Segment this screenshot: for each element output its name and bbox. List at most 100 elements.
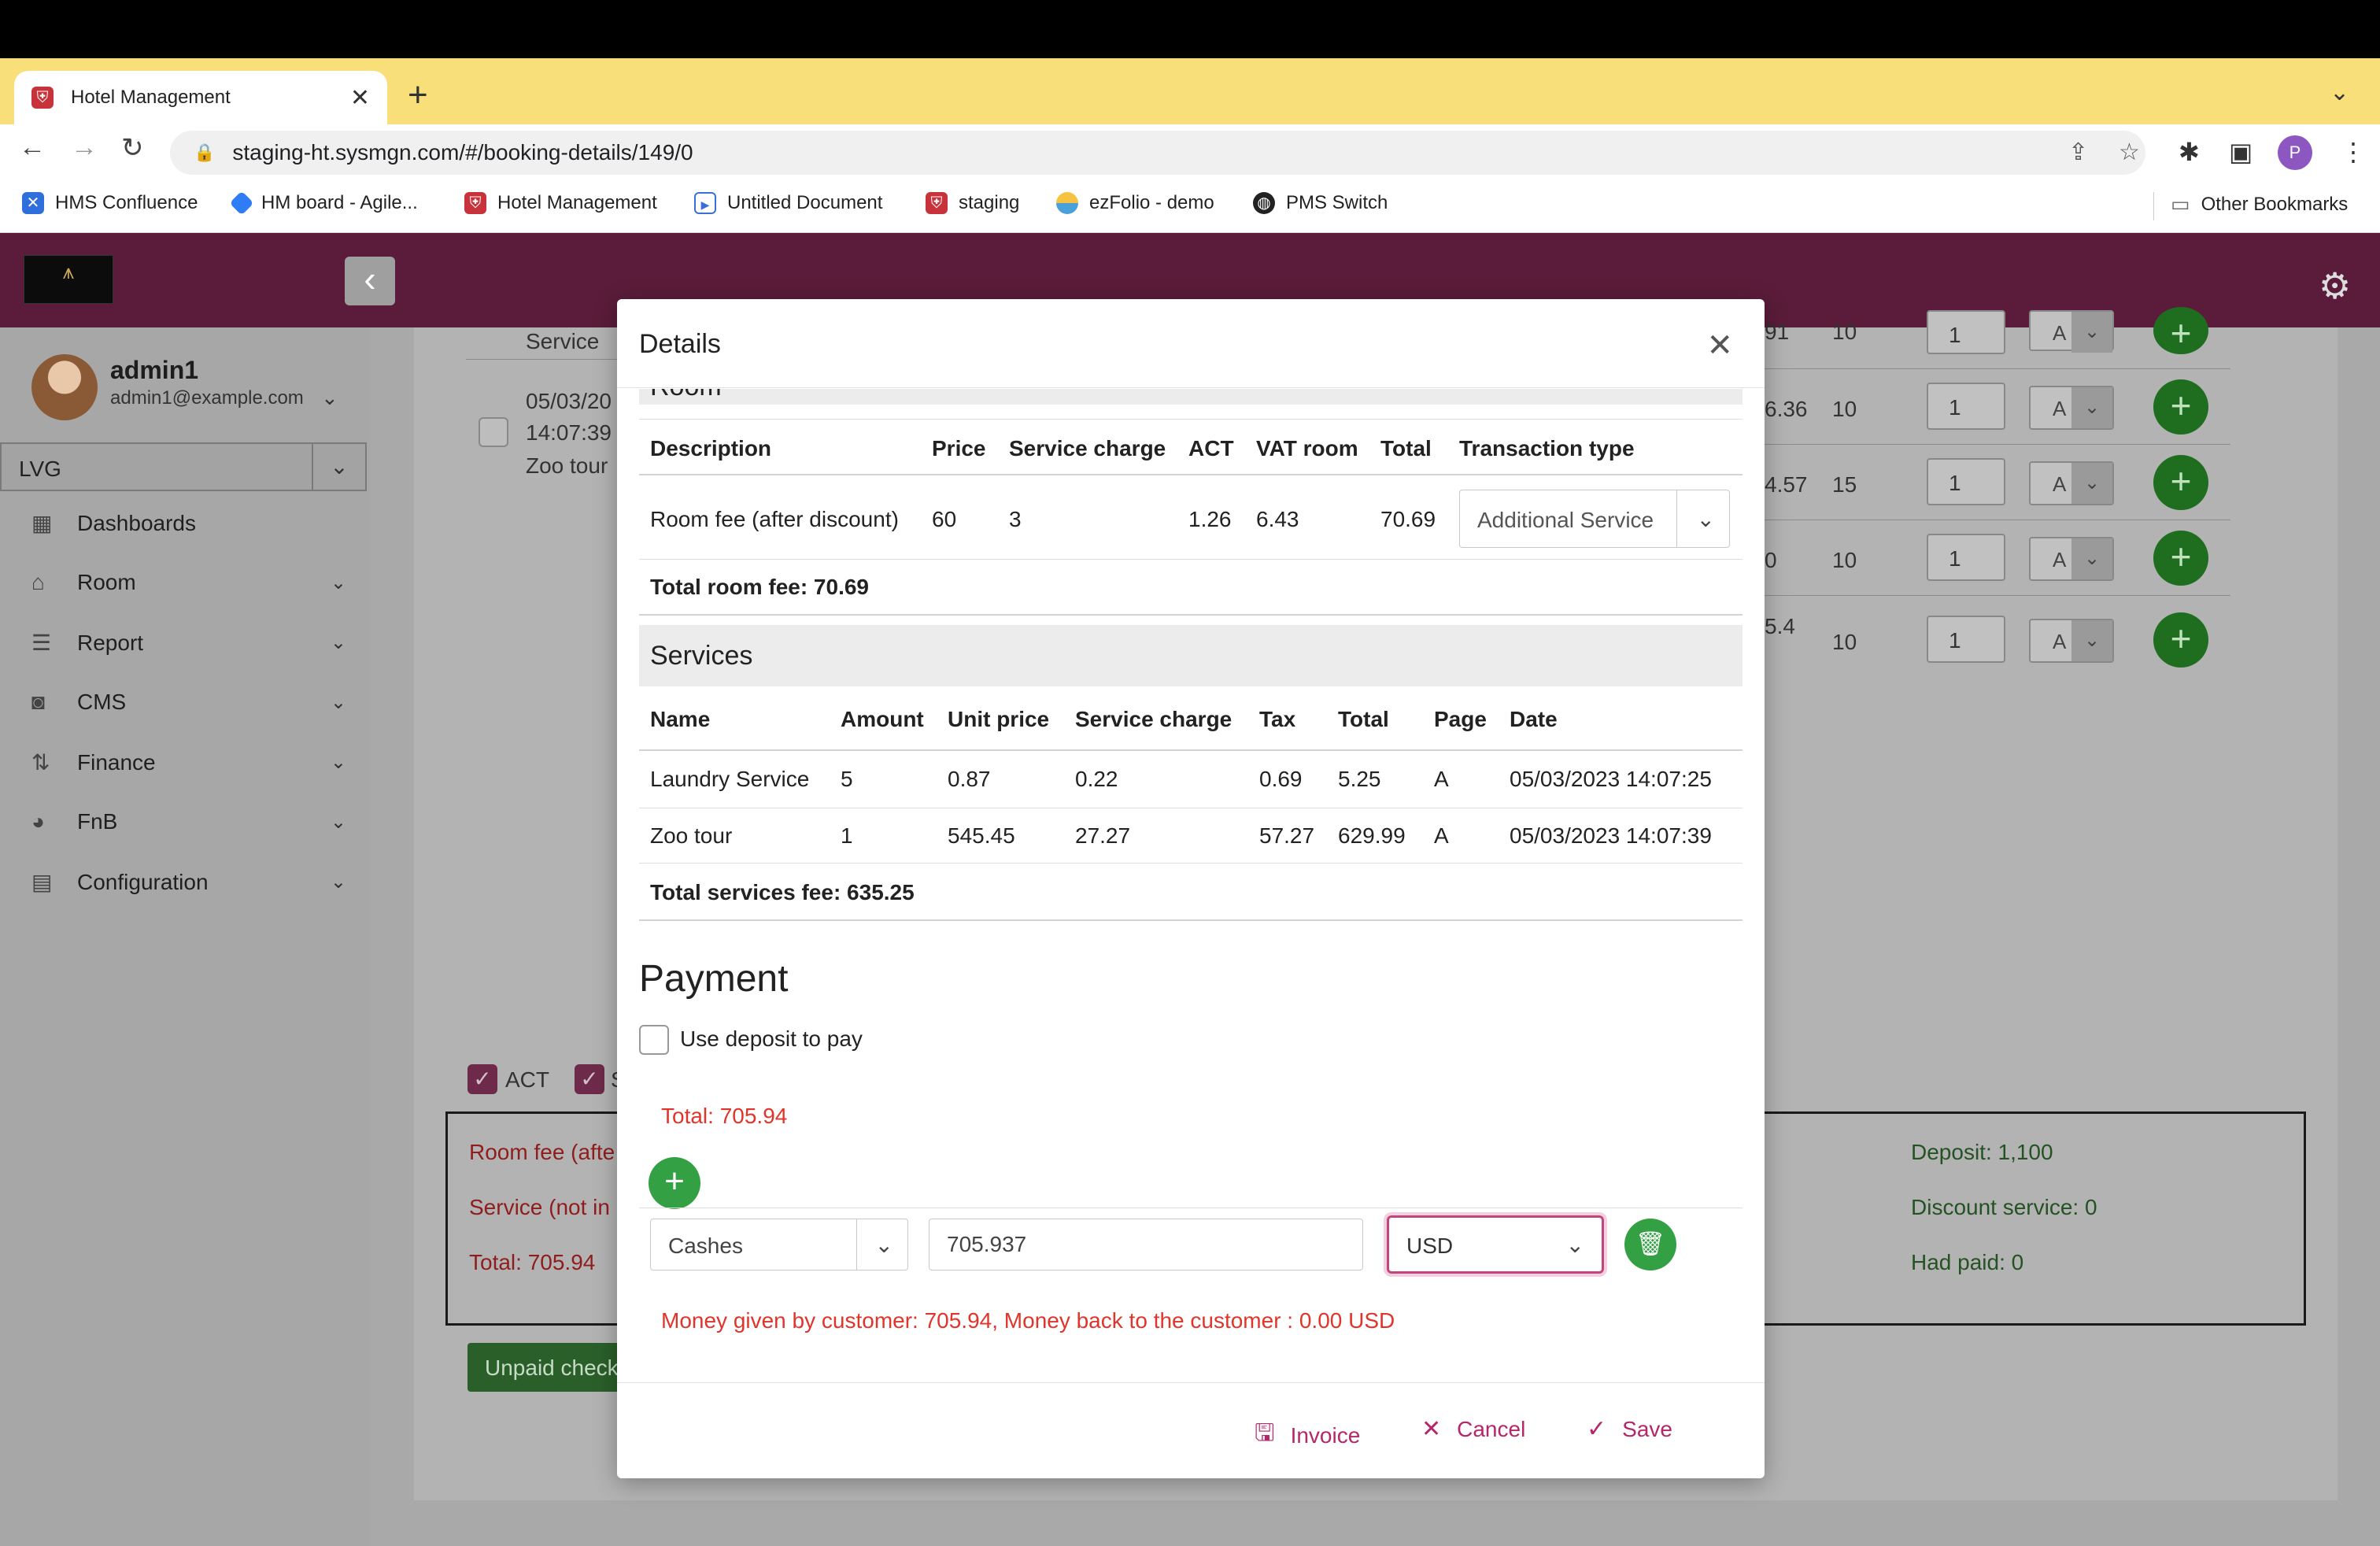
bg-qty-input[interactable]: 1 bbox=[1927, 310, 2005, 354]
use-deposit-checkbox[interactable] bbox=[639, 1025, 669, 1055]
close-icon[interactable]: ✕ bbox=[1706, 327, 1733, 364]
currency-select[interactable]: USD ⌄ bbox=[1387, 1215, 1604, 1274]
collapse-sidebar-button[interactable]: ‹ bbox=[345, 257, 395, 305]
sidebar-item-report[interactable]: ☰ Report ⌄ bbox=[31, 630, 346, 656]
unpaid-checkout-button[interactable]: Unpaid check bbox=[468, 1343, 622, 1392]
summary-room-fee: Room fee (afte bbox=[469, 1140, 615, 1164]
service-row-unit-price: 545.45 bbox=[948, 823, 1015, 848]
bookmark-item[interactable]: ezFolio - demo bbox=[1056, 192, 1214, 214]
close-tab-icon[interactable]: ✕ bbox=[350, 84, 370, 112]
extensions-icon[interactable]: ✱ bbox=[2179, 137, 2200, 167]
room-section-title: Room bbox=[650, 389, 722, 402]
transaction-type-select[interactable]: Additional Service ⌄ bbox=[1459, 490, 1730, 548]
bg-add-button[interactable]: + bbox=[2153, 612, 2208, 668]
bg-qty-input[interactable]: 1 bbox=[1927, 616, 2005, 663]
tab-search-icon[interactable]: ⌄ bbox=[2330, 79, 2349, 106]
sidebar-item-finance[interactable]: ⇅ Finance ⌄ bbox=[31, 749, 346, 775]
bg-page-select[interactable]: A ⌄ bbox=[2029, 461, 2114, 505]
bg-add-button[interactable]: + bbox=[2153, 455, 2208, 510]
sidebar-item-dashboards[interactable]: ▦ Dashboards bbox=[31, 510, 346, 536]
room-row-service-charge: 3 bbox=[1009, 507, 1022, 531]
save-button[interactable]: ✓ Save bbox=[1587, 1415, 1672, 1443]
bg-add-button[interactable]: + bbox=[2153, 531, 2208, 586]
s-checkbox[interactable]: ✓ bbox=[575, 1064, 604, 1094]
bg-page-select[interactable]: A ⌄ bbox=[2029, 619, 2114, 663]
service-row-date: 05/03/2023 14:07:39 bbox=[1510, 823, 1712, 848]
bookmark-item[interactable]: HM board - Agile... bbox=[229, 190, 418, 216]
modal-title: Details bbox=[639, 329, 721, 359]
bg-page-select[interactable]: A ⌄ bbox=[2029, 310, 2114, 353]
hotel-select[interactable]: LVG ⌄ bbox=[0, 442, 367, 491]
chevron-down-icon: ⌄ bbox=[2071, 463, 2112, 504]
bookmark-star-icon[interactable]: ☆ bbox=[2119, 139, 2140, 166]
row-checkbox[interactable] bbox=[479, 417, 508, 447]
divider bbox=[1763, 368, 2230, 369]
bookmark-item[interactable]: ◍ PMS Switch bbox=[1253, 192, 1388, 214]
bookmark-item[interactable]: ▶ Untitled Document bbox=[694, 192, 882, 214]
bg-page-select[interactable]: A ⌄ bbox=[2029, 386, 2114, 430]
sidebar-item-configuration[interactable]: ▤ Configuration ⌄ bbox=[31, 869, 346, 895]
more-menu-icon[interactable]: ⋮ bbox=[2341, 137, 2366, 167]
chevron-down-icon: ⌄ bbox=[330, 632, 346, 653]
delete-payment-button[interactable]: 🗑 bbox=[1624, 1219, 1676, 1270]
divider bbox=[1763, 595, 2230, 596]
bg-qty: 10 bbox=[1832, 630, 1857, 654]
profile-avatar[interactable]: P bbox=[2278, 135, 2312, 170]
bg-row-time: 14:07:39 bbox=[526, 420, 612, 445]
share-icon[interactable]: ⇪ bbox=[2068, 139, 2088, 166]
bg-add-button[interactable]: + bbox=[2153, 307, 2208, 354]
service-col-total: Total bbox=[1338, 707, 1389, 731]
payment-amount-input[interactable] bbox=[929, 1219, 1363, 1270]
address-bar[interactable]: 🔒 staging-ht.sysmgn.com/#/booking-detail… bbox=[170, 131, 2145, 175]
bookmark-item[interactable]: ⛨ Hotel Management bbox=[464, 192, 657, 214]
bookmark-item[interactable]: ✕ HMS Confluence bbox=[22, 192, 198, 214]
service-col-service-charge: Service charge bbox=[1075, 707, 1232, 731]
act-checkbox[interactable]: ✓ bbox=[468, 1064, 497, 1094]
bg-page-select[interactable]: A ⌄ bbox=[2029, 537, 2114, 581]
other-bookmarks[interactable]: ▭ Other Bookmarks bbox=[2171, 192, 2348, 216]
avatar bbox=[31, 354, 98, 420]
back-icon[interactable]: ← bbox=[19, 132, 46, 163]
add-payment-button[interactable]: + bbox=[649, 1157, 700, 1209]
room-row-vat: 6.43 bbox=[1256, 507, 1299, 531]
room-col-transaction-type: Transaction type bbox=[1459, 436, 1635, 460]
bg-value: 6.36 bbox=[1765, 397, 1808, 421]
payment-method-select[interactable]: Cashes ⌄ bbox=[650, 1219, 908, 1270]
bg-add-button[interactable]: + bbox=[2153, 379, 2208, 435]
forward-icon[interactable]: → bbox=[71, 132, 98, 163]
invoice-button[interactable]: 🖫 Invoice bbox=[1255, 1415, 1360, 1455]
divider bbox=[639, 863, 1743, 864]
divider bbox=[639, 559, 1743, 560]
divider bbox=[639, 614, 1743, 616]
service-col-unit-price: Unit price bbox=[948, 707, 1050, 731]
divider bbox=[639, 919, 1743, 921]
bookmark-item[interactable]: ⛨ staging bbox=[926, 192, 1019, 214]
new-tab-button[interactable]: + bbox=[408, 76, 428, 115]
side-panel-icon[interactable]: ▣ bbox=[2229, 137, 2252, 167]
chevron-down-icon: ⌄ bbox=[330, 811, 346, 833]
chevron-down-icon: ⌄ bbox=[2071, 312, 2112, 353]
payment-method-value: Cashes bbox=[668, 1233, 743, 1258]
chevron-down-icon: ⌄ bbox=[874, 1233, 893, 1257]
shield-icon: ⛨ bbox=[926, 192, 948, 214]
service-row-name: Zoo tour bbox=[650, 823, 733, 848]
room-row-total: 70.69 bbox=[1380, 507, 1436, 531]
summary-had-paid: Had paid: 0 bbox=[1911, 1250, 2024, 1274]
room-row-price: 60 bbox=[932, 507, 957, 531]
payment-total: Total: 705.94 bbox=[661, 1104, 788, 1128]
gear-icon[interactable]: ⚙ bbox=[2319, 264, 2351, 307]
service-row-amount: 5 bbox=[841, 767, 853, 791]
bg-qty-input[interactable]: 1 bbox=[1927, 383, 2005, 430]
browser-tab[interactable]: ⛨ Hotel Management ✕ bbox=[14, 71, 387, 124]
bg-qty-input[interactable]: 1 bbox=[1927, 458, 2005, 505]
cancel-button[interactable]: ✕ Cancel bbox=[1421, 1415, 1525, 1443]
bg-qty-input[interactable]: 1 bbox=[1927, 534, 2005, 581]
sidebar-item-cms[interactable]: ◙ CMS ⌄ bbox=[31, 690, 346, 715]
sidebar-item-fnb[interactable]: ◕ FnB ⌄ bbox=[31, 809, 346, 834]
chevron-down-icon: ⌄ bbox=[330, 571, 346, 594]
chevron-down-icon[interactable]: ⌄ bbox=[321, 386, 338, 410]
reload-icon[interactable]: ↻ bbox=[121, 132, 144, 164]
bg-value: 5.4 bbox=[1765, 614, 1795, 638]
arrows-icon: ⇅ bbox=[31, 750, 50, 775]
sidebar-item-room[interactable]: ⌂ Room ⌄ bbox=[31, 570, 346, 595]
